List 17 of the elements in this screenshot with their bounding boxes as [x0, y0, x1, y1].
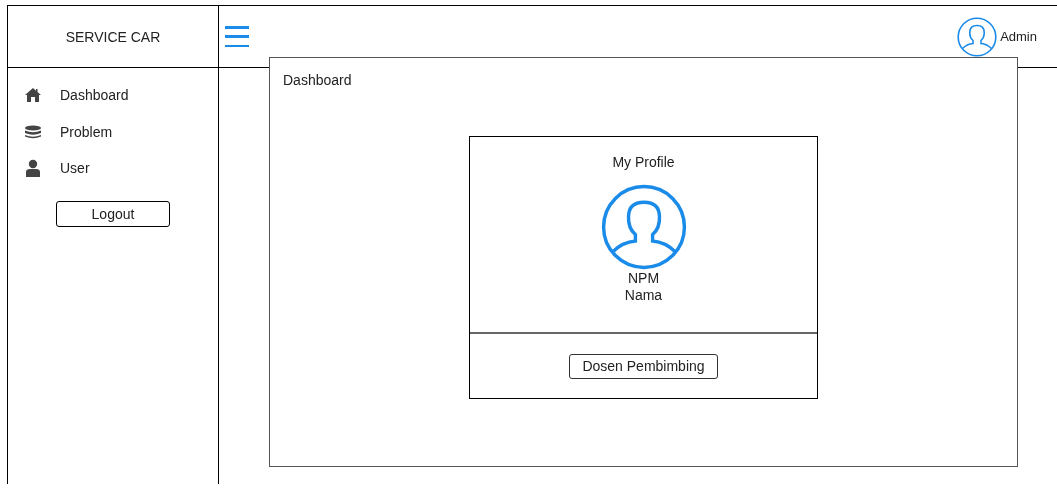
profile-field: NPM: [627, 270, 660, 287]
user-icon: [25, 158, 41, 177]
card-title: My Profile: [612, 154, 675, 170]
logout-button[interactable]: Logout: [56, 201, 170, 227]
app-title: SERVICE CAR: [8, 6, 218, 68]
sidebar-item[interactable]: Dashboard: [60, 86, 129, 103]
panel-title: Dashboard: [283, 72, 352, 88]
sidebar-item[interactable]: User: [60, 159, 90, 176]
database-icon: [24, 124, 42, 139]
home-icon: [24, 86, 42, 103]
avatar-icon: [957, 16, 998, 57]
profile-field: Nama: [624, 287, 663, 304]
sidebar-item[interactable]: Problem: [60, 123, 113, 140]
user-name: Admin: [1000, 29, 1037, 44]
avatar-icon: [600, 184, 687, 270]
supervisor-button[interactable]: Dosen Pembimbing: [569, 353, 718, 379]
menu-icon[interactable]: [225, 26, 249, 47]
